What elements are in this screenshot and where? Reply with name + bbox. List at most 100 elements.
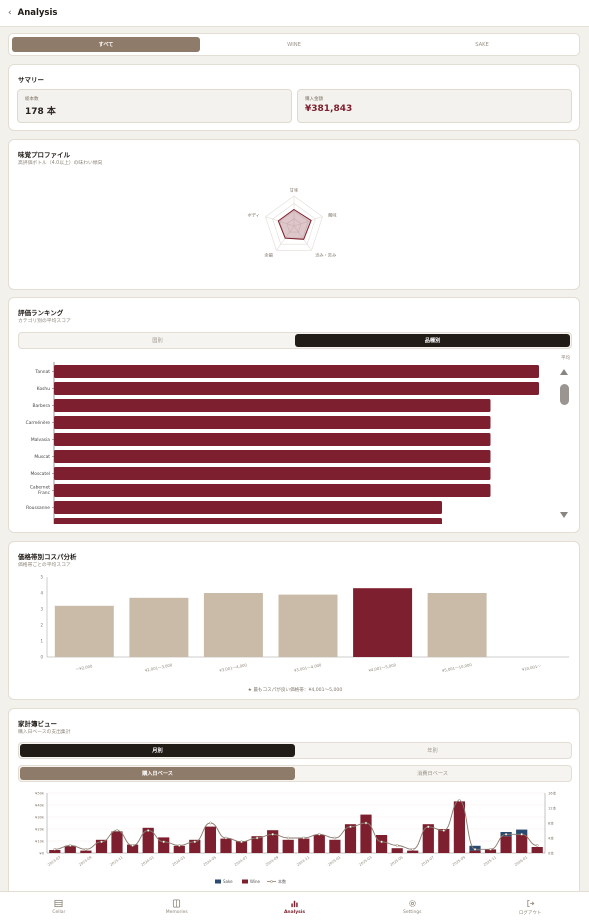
household-combo-chart: ¥0 ¥10k ¥20k ¥30k ¥40k ¥50k 0本 4本 8本 12本 16本 2023-0… <box>35 791 557 885</box>
house-count-point <box>489 847 492 851</box>
total-count-box: 総本数 178 本 <box>17 89 292 123</box>
total-count-label: 総本数 <box>25 97 39 102</box>
ranking-label: Barbera <box>33 403 51 409</box>
ranking-bar <box>54 365 539 378</box>
house-wine-bar <box>158 837 170 853</box>
summary-title: サマリー <box>18 76 44 84</box>
nav-logout[interactable]: ログアウト <box>471 892 589 922</box>
nav-settings-label: Settings <box>403 910 422 915</box>
radar-label-body: ボディ <box>248 211 260 218</box>
tab-by-country[interactable]: 国別 <box>20 334 295 347</box>
radar-label-tannin: 渋み・苦み <box>315 252 336 259</box>
ranking-label: Malvasia <box>31 437 50 443</box>
scroll-thumb[interactable] <box>560 384 569 405</box>
chart-icon <box>291 900 298 908</box>
house-wine-bar <box>173 845 185 853</box>
house-x-tick: 2026-01 <box>514 855 528 867</box>
tab-purchase-basis[interactable]: 購入日ベース <box>20 767 295 780</box>
price-y-tick: 0 <box>40 655 43 660</box>
legend-wine-swatch <box>242 879 248 884</box>
app-header: ‹ Analysis <box>0 0 589 27</box>
cellar-icon <box>54 899 63 908</box>
house-x-tick: 2023-07 <box>47 855 61 867</box>
house-x-tick: 2025-09 <box>452 855 466 867</box>
ranking-bar <box>54 382 539 395</box>
tab-consumption-basis[interactable]: 消費日ベース <box>295 767 570 780</box>
page-title: Analysis <box>17 8 58 18</box>
ranking-title: 評価ランキング <box>18 309 64 317</box>
house-wine-bar <box>376 835 388 853</box>
house-count-point <box>286 836 290 840</box>
house-wine-bar <box>111 831 123 853</box>
house-count-point <box>364 821 368 825</box>
house-wine-bar <box>531 847 543 853</box>
legend-sake-label: Sake <box>223 879 233 884</box>
tab-yearly[interactable]: 年別 <box>295 744 570 757</box>
back-icon[interactable]: ‹ <box>8 8 12 18</box>
house-count-point <box>193 840 197 844</box>
price-y-tick: 1 <box>40 639 43 644</box>
house-count-point <box>458 799 461 802</box>
price-y-tick: 4 <box>40 591 43 596</box>
price-bar <box>427 593 487 657</box>
scroll-down-icon[interactable] <box>560 512 568 518</box>
house-wine-bar <box>407 850 419 853</box>
household-card: 家計簿ビュー 購入日ベースの支出集計 月別 年別 購入日ベース 消費日ベース ¥… <box>8 708 580 894</box>
house-x-tick: 2024-05 <box>203 855 217 867</box>
tab-all[interactable]: すべて <box>12 37 200 52</box>
tab-monthly[interactable]: 月別 <box>20 744 295 757</box>
radar-label-sweetness: 甘味 <box>290 187 299 194</box>
ranking-label: Moscatel <box>30 471 50 477</box>
price-bar <box>353 588 413 657</box>
house-wine-bar <box>438 829 450 853</box>
house-count-point <box>224 836 228 840</box>
house-count-point <box>442 829 446 832</box>
house-y-left-tick: ¥10k <box>35 840 45 844</box>
nav-logout-label: ログアウト <box>518 910 542 916</box>
basis-tabs: 購入日ベース 消費日ベース <box>18 765 572 782</box>
price-y-tick: 2 <box>40 623 43 628</box>
period-tabs: 月別 年別 <box>18 742 572 759</box>
ranking-bar <box>54 484 491 497</box>
house-x-tick: 2025-07 <box>421 855 435 867</box>
nav-memories[interactable]: Memories <box>118 892 236 922</box>
house-x-tick: 2025-01 <box>327 855 341 867</box>
taste-profile-subtitle: 高評価ボトル（4.0以上）の味わい傾向 <box>18 161 103 166</box>
legend-count-point <box>270 880 273 883</box>
scroll-up-icon[interactable] <box>560 369 568 375</box>
total-count-value: 178 本 <box>25 107 56 117</box>
nav-cellar[interactable]: Cellar <box>0 892 118 922</box>
tab-by-variety[interactable]: 品種別 <box>295 334 570 347</box>
ranking-sort-label: 平均 <box>561 356 570 361</box>
house-wine-bar <box>220 838 232 853</box>
summary-card: サマリー 総本数 178 本 購入金額 ¥381,843 <box>8 64 580 131</box>
nav-settings[interactable]: Settings <box>353 892 471 922</box>
price-x-tick: ¥10,001〜 <box>521 663 541 672</box>
taste-profile-card: 味覚プロファイル 高評価ボトル（4.0以上）の味わい傾向 甘味 酸味 渋み・苦み… <box>8 139 580 290</box>
price-x-tick: ¥3,001〜4,000 <box>293 662 322 672</box>
tab-sake[interactable]: SAKE <box>388 37 576 52</box>
house-count-point <box>146 829 150 832</box>
radar-value-polygon <box>277 208 312 240</box>
price-band-subtitle: 価格帯ごとの平均スコア <box>18 563 71 568</box>
nav-analysis[interactable]: Analysis <box>236 892 354 922</box>
house-count-point <box>520 832 524 836</box>
house-count-point <box>100 840 103 844</box>
price-bar <box>203 593 263 657</box>
house-wine-bar <box>282 839 294 853</box>
bottom-nav: Cellar Memories Analysis Settings ログアウト <box>0 891 589 922</box>
house-y-right-tick: 12本 <box>548 806 557 811</box>
house-wine-bar <box>329 839 341 853</box>
house-y-left-tick: ¥40k <box>35 804 45 808</box>
ranking-label: Cabernet <box>30 485 50 491</box>
ranking-scrollbar[interactable] <box>560 369 570 522</box>
ranking-bar <box>54 416 491 429</box>
house-count-point <box>535 844 539 847</box>
tab-wine[interactable]: WINE <box>200 37 388 52</box>
house-count-point <box>426 825 430 829</box>
house-count-point <box>504 832 508 836</box>
house-x-tick: 2025-03 <box>358 855 372 867</box>
house-count-point <box>473 847 477 851</box>
ranking-label: Franc <box>38 490 50 496</box>
house-y-right-tick: 4本 <box>548 836 554 841</box>
